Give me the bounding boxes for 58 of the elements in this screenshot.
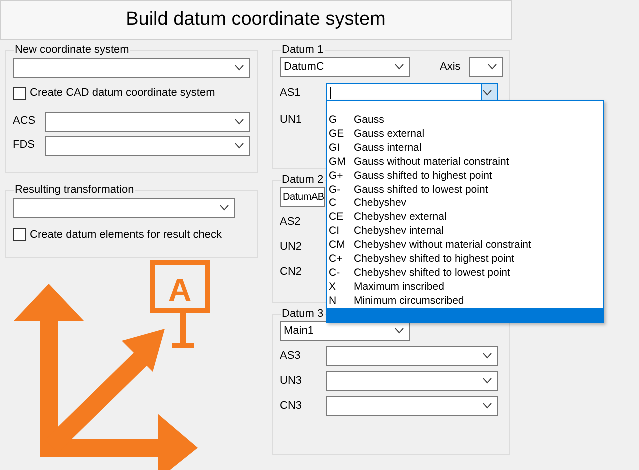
group-label: Datum 2 <box>281 175 325 186</box>
logo-letter: A <box>168 272 192 308</box>
list-option[interactable]: C Chebyshev <box>327 197 603 212</box>
window-title: Build datum coordinate system <box>0 0 512 40</box>
checkbox-label: Create CAD datum coordinate system <box>30 86 216 101</box>
dropdown-field[interactable]: DatumC <box>280 57 410 77</box>
field-label: ACS <box>13 114 37 130</box>
list-option[interactable]: CM Chebyshev without material constraint <box>327 239 603 253</box>
chevron-icon <box>395 64 404 70</box>
chevron-icon <box>483 353 492 359</box>
chevron-icon <box>483 90 492 96</box>
list-option[interactable]: N Minimum circumscribed <box>327 294 603 308</box>
field-label: CN3 <box>280 398 304 414</box>
dropdown-field[interactable]: Main1 <box>280 321 410 341</box>
list-option[interactable]: GM Gauss without material constraint <box>327 156 603 170</box>
field-label: AS1 <box>280 86 302 101</box>
checkbox[interactable] <box>13 86 26 100</box>
chevron-icon <box>235 142 244 148</box>
group-label: New coordinate system <box>14 45 130 56</box>
field-label: AS2 <box>280 214 302 230</box>
chevron-icon <box>235 118 244 124</box>
chevron-icon <box>235 65 244 71</box>
group-label: Datum 1 <box>281 45 325 56</box>
list-option[interactable]: X Maximum inscribed <box>327 280 603 295</box>
list-option[interactable]: CE Chebyshev external <box>327 211 603 226</box>
dropdown-field[interactable] <box>13 58 250 78</box>
chevron-icon <box>395 328 404 334</box>
group-label: Datum 3 <box>281 309 325 320</box>
field-label: UN2 <box>280 240 304 255</box>
chevron-icon <box>220 204 229 210</box>
list-option[interactable]: G+ Gauss shifted to highest point <box>327 170 603 184</box>
chevron-icon <box>483 378 492 384</box>
dropdown-field[interactable] <box>45 136 250 156</box>
field-label: UN1 <box>280 112 304 128</box>
field-label: CN2 <box>280 264 304 280</box>
dropdown-field[interactable] <box>326 371 498 391</box>
list-option[interactable]: C+ Chebyshev shifted to highest point <box>327 252 603 267</box>
dropdown-field[interactable] <box>326 396 498 416</box>
chevron-icon <box>488 64 497 70</box>
field-label: UN3 <box>280 374 304 389</box>
dropdown-field[interactable] <box>468 57 503 77</box>
list-option[interactable]: GI Gauss internal <box>327 142 603 156</box>
dropdown-field[interactable]: DatumAB <box>280 187 325 207</box>
list-option[interactable]: G Gauss <box>327 114 603 128</box>
field-label: FDS <box>13 138 36 154</box>
dropdown-field[interactable] <box>45 112 250 132</box>
list-option[interactable]: C- Chebyshev shifted to lowest point <box>327 266 603 281</box>
checkbox-label: Create datum elements for result check <box>30 228 222 242</box>
field-label: AS3 <box>280 348 302 364</box>
list-option[interactable]: G- Gauss shifted to lowest point <box>327 183 603 198</box>
chevron-icon <box>483 403 492 409</box>
checkbox[interactable] <box>13 228 26 242</box>
axis-label: Axis <box>440 60 461 75</box>
group-label: Resulting transformation <box>14 184 136 196</box>
dropdown-field[interactable] <box>13 198 235 218</box>
list-option[interactable]: GE Gauss external <box>327 128 603 142</box>
dropdown-field[interactable] <box>326 346 498 366</box>
list-option[interactable]: CI Chebyshev internal <box>327 225 603 240</box>
